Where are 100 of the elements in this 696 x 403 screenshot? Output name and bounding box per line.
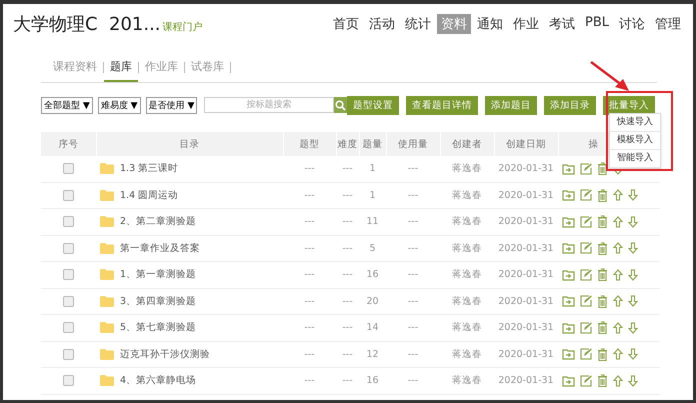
folder-icon (100, 163, 114, 174)
table-cell: --- (283, 235, 336, 262)
search-icon (335, 100, 346, 110)
folder-name[interactable]: 5、第七章测验题 (120, 321, 196, 334)
trash-icon[interactable] (597, 374, 608, 388)
folder-name[interactable]: 1.4 圆周运动 (120, 188, 178, 202)
table-cell: --- (386, 341, 440, 368)
table-cell: 2020-01-31 (494, 182, 558, 208)
trash-icon[interactable] (597, 188, 608, 202)
edit-icon[interactable] (580, 189, 592, 202)
edit-icon[interactable] (580, 216, 592, 228)
move-to-folder-icon[interactable] (562, 374, 575, 387)
table-cell: 蒋逸春 (440, 368, 494, 394)
table-cell: 2020-01-31 (494, 235, 558, 262)
edit-icon[interactable] (580, 374, 592, 387)
down-arrow-icon[interactable] (628, 348, 638, 360)
up-arrow-icon[interactable] (613, 242, 623, 254)
nav-tab[interactable]: 首页 (328, 14, 363, 34)
trash-icon[interactable] (597, 348, 608, 361)
row-checkbox[interactable] (63, 348, 74, 360)
edit-icon[interactable] (580, 162, 592, 175)
column-header: 题型 (283, 132, 336, 156)
nav-tab[interactable]: 作业 (508, 14, 543, 34)
edit-icon[interactable] (580, 295, 592, 308)
filter-dropdown[interactable]: 是否使用 ▼ (146, 96, 198, 114)
edit-icon[interactable] (580, 348, 592, 360)
folder-name[interactable]: 1、第一章测验题 (120, 268, 196, 282)
menu-item[interactable]: 智能导入 (610, 150, 660, 168)
trash-icon[interactable] (597, 162, 608, 176)
nav-tab[interactable]: 活动 (364, 14, 399, 34)
row-checkbox[interactable] (63, 242, 74, 254)
down-arrow-icon[interactable] (628, 374, 638, 387)
search-field[interactable]: 按标题搜索 (204, 97, 334, 113)
move-to-folder-icon[interactable] (562, 348, 575, 360)
table-cell: --- (283, 341, 336, 368)
table-cell: --- (386, 368, 440, 394)
table-cell: 2020-01-31 (494, 341, 558, 368)
table-cell: --- (386, 288, 440, 314)
row-checkbox[interactable] (63, 269, 74, 280)
filter-dropdown[interactable]: 全部题型 ▼ (41, 96, 93, 114)
table-cell: 蒋逸春 (440, 314, 494, 341)
move-to-folder-icon[interactable] (562, 242, 575, 254)
nav-tab[interactable]: 统计 (400, 14, 435, 34)
table-cell: --- (283, 368, 336, 394)
down-arrow-icon[interactable] (628, 295, 638, 308)
table-cell: 2020-01-31 (494, 156, 558, 182)
row-checkbox[interactable] (63, 375, 74, 386)
folder-name[interactable]: 第一章作业及答案 (120, 242, 200, 255)
up-arrow-icon[interactable] (613, 189, 623, 202)
table-cell: 1 (359, 156, 386, 182)
trash-icon[interactable] (597, 294, 608, 308)
move-to-folder-icon[interactable] (562, 295, 575, 308)
move-to-folder-icon[interactable] (562, 189, 575, 202)
trash-icon[interactable] (597, 242, 608, 255)
row-checkbox[interactable] (63, 163, 74, 174)
nav-tab[interactable]: 讨论 (615, 14, 649, 34)
up-arrow-icon[interactable] (613, 295, 623, 308)
up-arrow-icon[interactable] (613, 268, 623, 281)
move-to-folder-icon[interactable] (562, 322, 575, 334)
nav-tab[interactable]: 考试 (544, 14, 579, 34)
row-checkbox[interactable] (63, 216, 74, 228)
up-arrow-icon[interactable] (613, 322, 623, 334)
move-to-folder-icon[interactable] (562, 216, 575, 228)
nav-tab[interactable]: 通知 (472, 14, 507, 34)
filter-dropdown[interactable]: 难易度 ▼ (98, 96, 141, 114)
folder-name[interactable]: 1.3 第三课时 (120, 162, 178, 176)
move-to-folder-icon[interactable] (562, 268, 575, 281)
trash-icon[interactable] (597, 215, 608, 228)
trash-icon[interactable] (597, 321, 608, 334)
table-cell: --- (336, 288, 359, 314)
down-arrow-icon[interactable] (628, 268, 638, 281)
down-arrow-icon[interactable] (628, 322, 638, 334)
table-cell: --- (283, 314, 336, 341)
row-checkbox[interactable] (63, 296, 74, 307)
table-cell: --- (283, 288, 336, 314)
course-title: 大学物理C 201... (13, 13, 161, 36)
row-checkbox[interactable] (63, 190, 74, 201)
folder-name[interactable]: 4、第六章静电场 (120, 374, 196, 388)
move-to-folder-icon[interactable] (562, 162, 575, 175)
down-arrow-icon[interactable] (628, 189, 638, 202)
trash-icon[interactable] (597, 268, 608, 282)
nav-tab[interactable]: 管理 (651, 14, 685, 34)
menu-item[interactable]: 模板导入 (610, 132, 660, 150)
table-cell: --- (386, 235, 440, 262)
menu-item[interactable]: 快速导入 (610, 114, 660, 132)
down-arrow-icon[interactable] (628, 242, 638, 254)
down-arrow-icon[interactable] (628, 216, 638, 228)
edit-icon[interactable] (580, 242, 592, 254)
edit-icon[interactable] (580, 268, 592, 281)
row-checkbox[interactable] (63, 322, 74, 334)
folder-name[interactable]: 3、第四章测验题 (120, 294, 196, 308)
folder-name[interactable]: 迈克耳孙干涉仪测验 (120, 348, 210, 361)
table-cell: --- (283, 182, 336, 208)
nav-tab[interactable]: PBL (580, 14, 613, 34)
edit-icon[interactable] (580, 322, 592, 334)
up-arrow-icon[interactable] (613, 348, 623, 360)
folder-name[interactable]: 2、第二章测验题 (120, 215, 196, 228)
up-arrow-icon[interactable] (613, 374, 623, 387)
folder-icon (100, 322, 114, 334)
up-arrow-icon[interactable] (613, 216, 623, 228)
